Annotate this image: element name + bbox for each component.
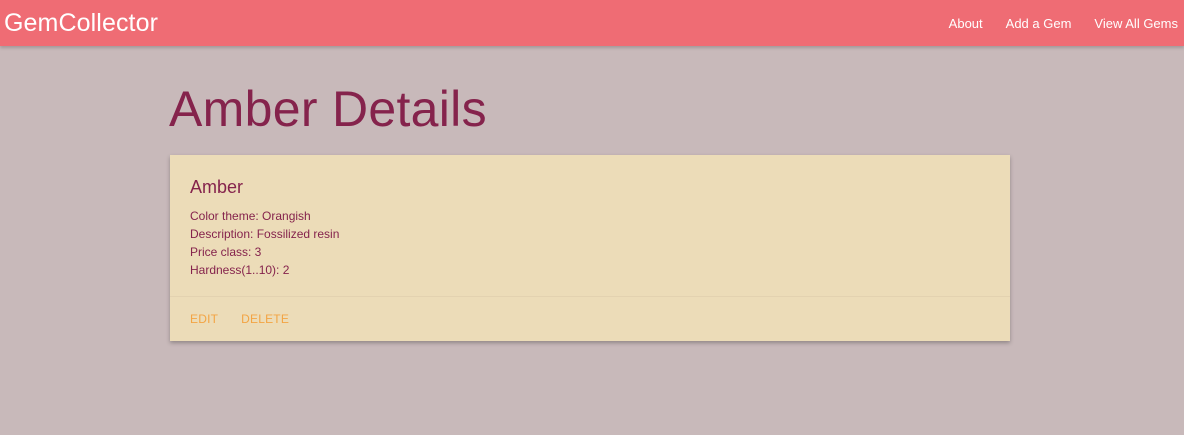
nav-view-all-gems-link[interactable]: View All Gems xyxy=(1094,16,1178,31)
gem-price-class: Price class: 3 xyxy=(190,245,262,259)
nav-add-gem-link[interactable]: Add a Gem xyxy=(1006,16,1072,31)
delete-button[interactable]: DELETE xyxy=(241,312,289,326)
page-title: Amber Details xyxy=(169,81,487,137)
gem-detail-card: Amber Color theme: Orangish Description:… xyxy=(170,155,1010,341)
top-navbar: GemCollector About Add a Gem View All Ge… xyxy=(0,0,1184,46)
card-content: Amber Color theme: Orangish Description:… xyxy=(170,155,1010,297)
gem-color-theme: Color theme: Orangish xyxy=(190,209,311,223)
gem-hardness: Hardness(1..10): 2 xyxy=(190,263,290,277)
nav-about-link[interactable]: About xyxy=(949,16,983,31)
gem-description: Description: Fossilized resin xyxy=(190,227,340,241)
brand-logo-link[interactable]: GemCollector xyxy=(0,9,158,38)
nav-links: About Add a Gem View All Gems xyxy=(926,0,1184,46)
gem-name: Amber xyxy=(190,177,244,197)
edit-button[interactable]: EDIT xyxy=(190,312,218,326)
card-actions: EDIT DELETE xyxy=(170,297,1010,341)
